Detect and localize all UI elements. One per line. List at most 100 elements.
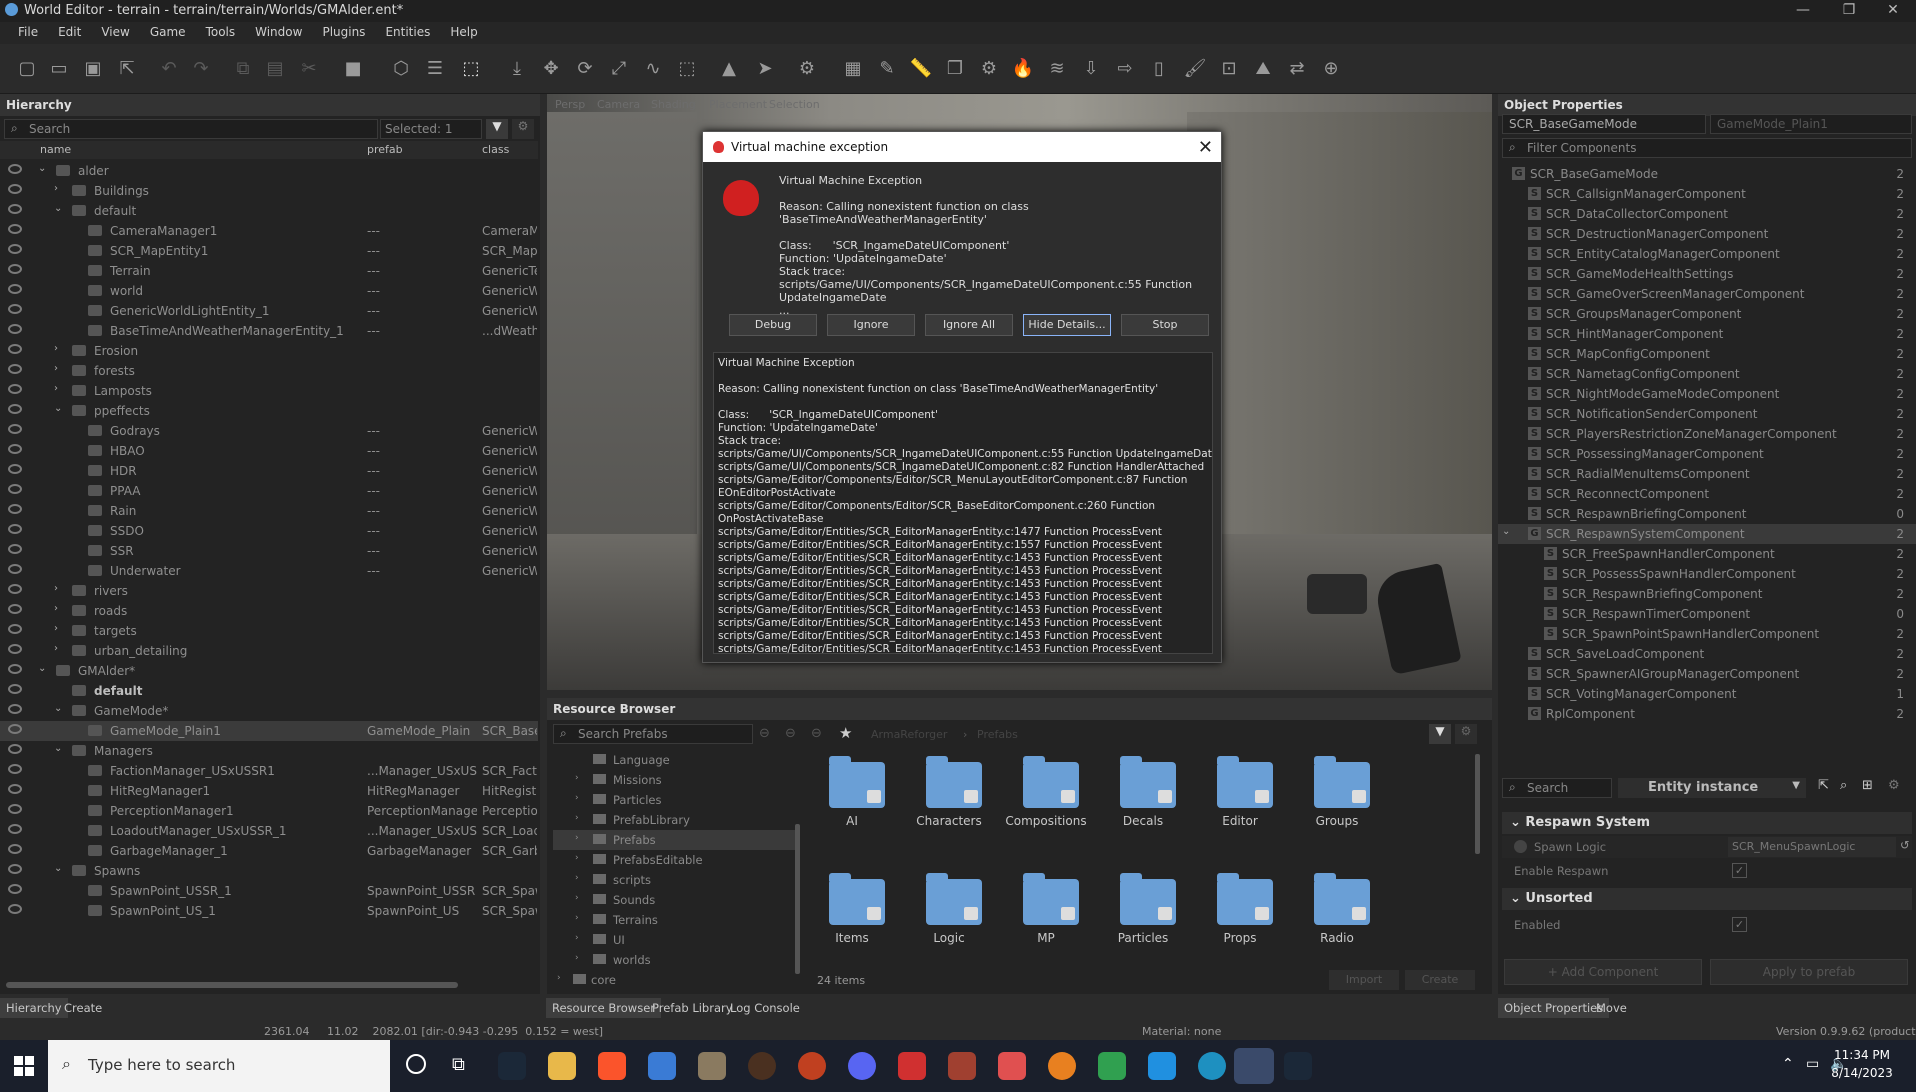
expand-arrow-icon[interactable]: › <box>575 813 579 823</box>
hierarchy-row[interactable]: Underwater --- GenericW <box>0 561 538 581</box>
component-row[interactable]: S SCR_RadialMenuItemsComponent 2 <box>1498 464 1916 484</box>
app-icon-green[interactable] <box>1098 1052 1126 1080</box>
create-button[interactable]: Create <box>1405 970 1475 990</box>
folder-item[interactable]: Logic <box>904 867 994 967</box>
pen-icon[interactable]: ✎ <box>874 56 900 82</box>
component-row[interactable]: G RplComponent 2 <box>1498 704 1916 724</box>
hierarchy-row[interactable]: HitRegManager1 HitRegManager HitRegistr <box>0 781 538 801</box>
maximize-button[interactable]: ❐ <box>1826 0 1872 22</box>
visibility-eye-icon[interactable] <box>8 904 22 914</box>
app-icon-blue[interactable] <box>1148 1052 1176 1080</box>
expand-arrow-icon[interactable]: ⌄ <box>38 663 46 674</box>
world-editor-taskbar-icon[interactable] <box>1234 1048 1274 1084</box>
paste-icon[interactable]: ▤ <box>262 56 288 82</box>
expand-arrow-icon[interactable]: › <box>54 383 58 394</box>
expand-arrow-icon[interactable]: › <box>575 773 579 783</box>
component-row[interactable]: S SCR_NotificationSenderComponent 2 <box>1498 404 1916 424</box>
mode-dropdown[interactable]: Entity instance ▼ <box>1618 778 1806 798</box>
hierarchy-row[interactable]: › urban_detailing <box>0 641 538 661</box>
visibility-eye-icon[interactable] <box>8 444 22 454</box>
expand-arrow-icon[interactable]: ⌄ <box>54 203 62 214</box>
hierarchy-row[interactable]: BaseTimeAndWeatherManagerEntity_1 --- ...d… <box>0 321 538 341</box>
expand-arrow-icon[interactable]: ⌄ <box>54 403 62 414</box>
hierarchy-row[interactable]: Terrain --- GenericTe <box>0 261 538 281</box>
folder-item[interactable]: Characters <box>904 750 994 850</box>
component-row[interactable]: S SCR_DestructionManagerComponent 2 <box>1498 224 1916 244</box>
menu-help[interactable]: Help <box>440 22 487 44</box>
expand-arrow-icon[interactable]: › <box>575 953 579 963</box>
visibility-eye-icon[interactable] <box>8 224 22 234</box>
visibility-eye-icon[interactable] <box>8 584 22 594</box>
component-row[interactable]: S SCR_MapConfigComponent 2 <box>1498 344 1916 364</box>
visibility-eye-icon[interactable] <box>8 784 22 794</box>
component-row[interactable]: S SCR_DataCollectorComponent 2 <box>1498 204 1916 224</box>
open-folder-icon[interactable]: ▭ <box>46 56 72 82</box>
settings-gear-icon[interactable]: ⚙ <box>1455 724 1477 744</box>
folder-item[interactable]: AI <box>807 750 897 850</box>
resource-tree-item[interactable]: Language <box>553 750 798 770</box>
resource-tree-item[interactable]: › scripts <box>553 870 798 890</box>
menu-entities[interactable]: Entities <box>375 22 440 44</box>
tab-create[interactable]: Create <box>58 998 108 1018</box>
expand-arrow-icon[interactable]: ⌄ <box>1502 526 1510 537</box>
menu-tools[interactable]: Tools <box>196 22 246 44</box>
component-row[interactable]: S SCR_GameOverScreenManagerComponent 2 <box>1498 284 1916 304</box>
terrain-icon[interactable]: ▲ <box>716 56 742 82</box>
hierarchy-row[interactable]: HBAO --- GenericW <box>0 441 538 461</box>
hierarchy-row[interactable]: GenericWorldLightEntity_1 --- GenericW <box>0 301 538 321</box>
component-row[interactable]: ⌄ G SCR_RespawnSystemComponent 2 <box>1498 524 1916 544</box>
crop-icon[interactable]: ⊡ <box>1216 56 1242 82</box>
scale-icon[interactable]: ⤢ <box>606 56 632 82</box>
debug-button[interactable]: Debug <box>729 314 817 336</box>
map-icon[interactable]: ⛰ <box>1250 56 1276 82</box>
expand-arrow-icon[interactable]: ⌄ <box>54 863 62 874</box>
move-icon[interactable]: ✥ <box>538 56 564 82</box>
resource-tree-item[interactable]: › UI <box>553 930 798 950</box>
copy-icon[interactable]: ⧉ <box>230 56 256 82</box>
resource-tree-item[interactable]: › worlds <box>553 950 798 970</box>
cut-icon[interactable]: ✂ <box>296 56 322 82</box>
viewport-tab-persp[interactable]: Persp <box>555 98 585 111</box>
visibility-eye-icon[interactable] <box>8 524 22 534</box>
windows-start-icon[interactable] <box>14 1056 34 1076</box>
layers-icon[interactable]: ☰ <box>422 56 448 82</box>
expand-arrow-icon[interactable]: › <box>575 933 579 943</box>
breadcrumb-root[interactable]: ArmaReforger <box>871 728 947 741</box>
taskbar-search-input[interactable]: ⌕ Type here to search <box>48 1040 390 1092</box>
expand-arrow-icon[interactable]: › <box>54 363 58 374</box>
folder-item[interactable]: Editor <box>1195 750 1285 850</box>
menu-view[interactable]: View <box>91 22 139 44</box>
folder-item[interactable]: Props <box>1195 867 1285 967</box>
visibility-eye-icon[interactable] <box>8 404 22 414</box>
folder-item[interactable]: Compositions <box>1001 750 1091 850</box>
resource-tree-item[interactable]: › Missions <box>553 770 798 790</box>
app-icon-orb[interactable] <box>748 1052 776 1080</box>
new-file-icon[interactable]: ▢ <box>14 56 40 82</box>
component-row[interactable]: S SCR_RespawnTimerComponent 0 <box>1498 604 1916 624</box>
steam-icon[interactable] <box>1284 1052 1312 1080</box>
forward-icon[interactable]: ⊖ <box>785 726 796 741</box>
visibility-eye-icon[interactable] <box>8 844 22 854</box>
export-icon[interactable]: ⇱ <box>114 56 140 82</box>
expand-arrow-icon[interactable]: › <box>54 583 58 594</box>
minimize-button[interactable]: — <box>1780 0 1826 22</box>
swap-icon[interactable]: ⇄ <box>1284 56 1310 82</box>
filter-icon[interactable]: ▼ <box>486 119 508 139</box>
visibility-eye-icon[interactable] <box>8 284 22 294</box>
resource-tree-item[interactable]: › Particles <box>553 790 798 810</box>
expand-arrow-icon[interactable]: › <box>575 913 579 923</box>
task-view-icon[interactable]: ⧉ <box>452 1054 465 1075</box>
settings-gear-icon[interactable]: ⚙ <box>1888 778 1900 793</box>
visibility-eye-icon[interactable] <box>8 424 22 434</box>
hierarchy-row[interactable]: ⌄ GameMode* <box>0 701 538 721</box>
network-icon[interactable]: ▭ <box>1806 1056 1819 1072</box>
expand-arrow-icon[interactable]: › <box>54 183 58 194</box>
hierarchy-row[interactable]: HDR --- GenericW <box>0 461 538 481</box>
resource-tree-item[interactable]: › PrefabLibrary <box>553 810 798 830</box>
document-icon[interactable]: ▯ <box>1146 56 1172 82</box>
spawn-logic-value[interactable]: SCR_MenuSpawnLogic <box>1728 837 1896 857</box>
hierarchy-row[interactable]: default <box>0 681 538 701</box>
expand-arrow-icon[interactable]: › <box>575 793 579 803</box>
app-icon-red[interactable] <box>798 1052 826 1080</box>
chevron-up-icon[interactable]: ⌃ <box>1782 1056 1794 1072</box>
